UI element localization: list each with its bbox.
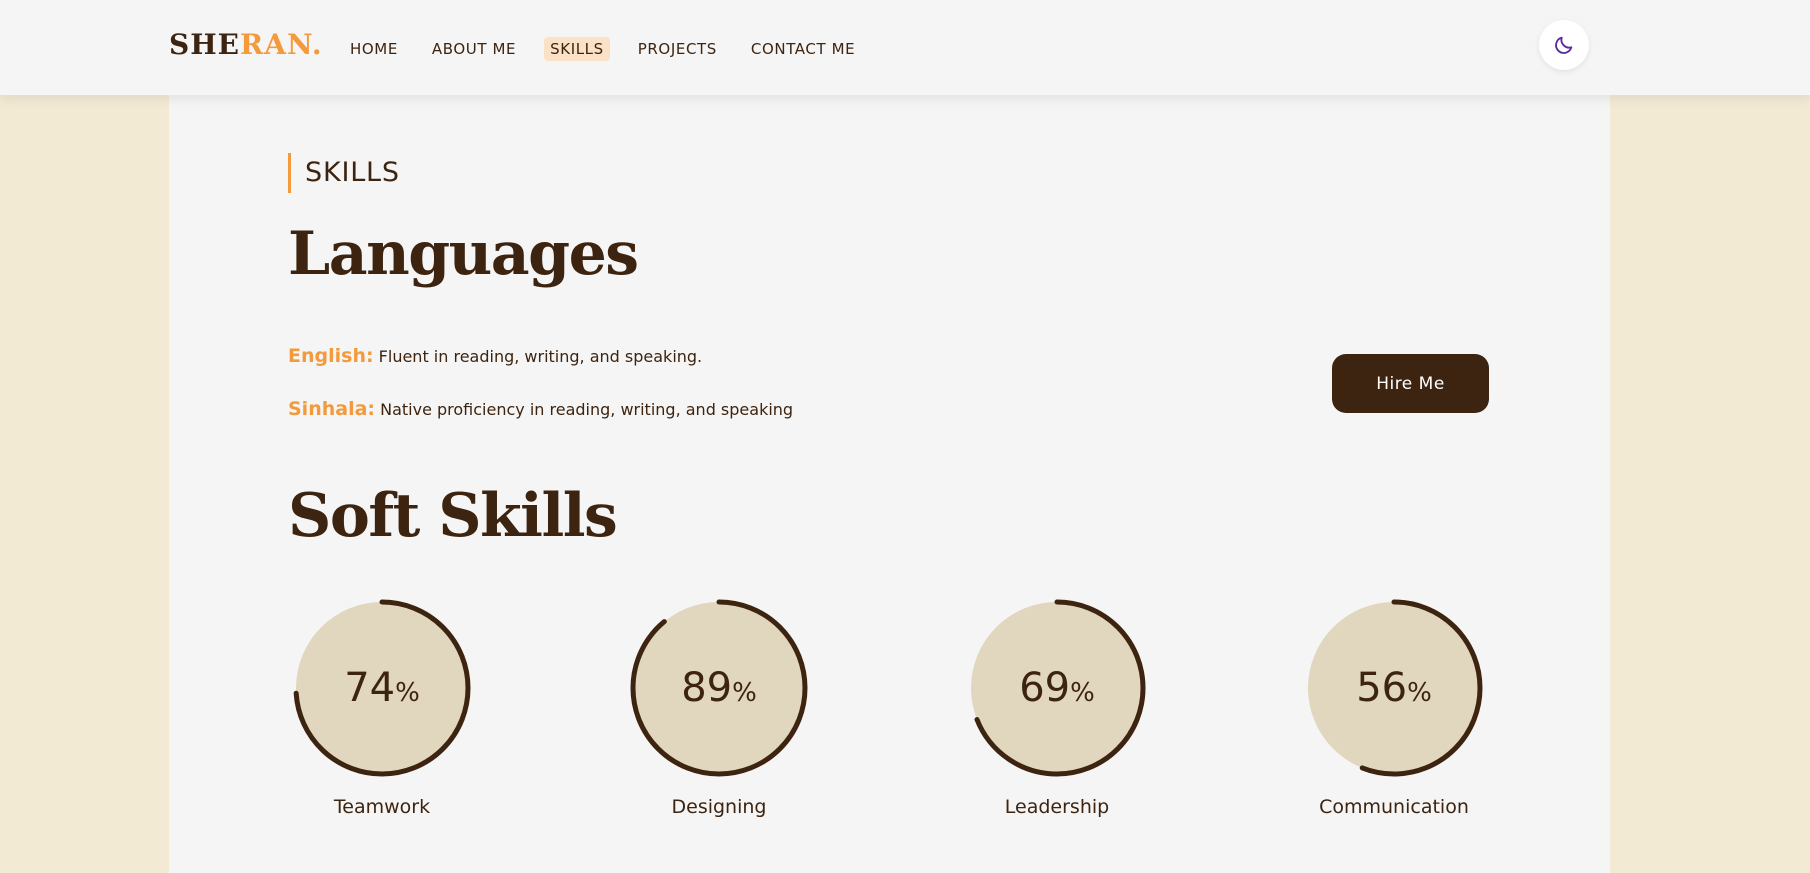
moon-icon: [1555, 36, 1573, 54]
skill-card-teamwork: 74% Teamwork: [292, 598, 472, 828]
skill-percent: 69%: [967, 662, 1147, 719]
skill-label: Communication: [1319, 796, 1469, 818]
language-name: Sinhala:: [288, 398, 376, 420]
nav-contact-me[interactable]: CONTACT ME: [745, 37, 861, 61]
skill-percent: 89%: [629, 662, 809, 719]
nav-home[interactable]: HOME: [344, 37, 404, 61]
skill-card-communication: 56% Communication: [1304, 598, 1484, 828]
skill-label: Teamwork: [333, 796, 431, 818]
percent-symbol: %: [395, 678, 420, 708]
nav-projects[interactable]: PROJECTS: [632, 37, 723, 61]
site-logo[interactable]: SHERAN.: [169, 27, 323, 63]
nav-skills[interactable]: SKILLS: [544, 37, 610, 61]
percent-symbol: %: [1407, 678, 1432, 708]
language-desc: Native proficiency in reading, writing, …: [380, 400, 794, 419]
language-item-english: English: Fluent in reading, writing, and…: [288, 344, 702, 369]
logo-part-dark: SHE: [169, 28, 241, 61]
skill-percent-value: 69: [1019, 665, 1071, 711]
skill-card-designing: 89% Designing: [629, 598, 809, 828]
languages-title: Languages: [288, 219, 639, 289]
main-nav: HOME ABOUT ME SKILLS PROJECTS CONTACT ME: [344, 37, 883, 61]
skill-percent-value: 56: [1356, 665, 1408, 711]
skill-card-leadership: 69% Leadership: [967, 598, 1147, 828]
nav-about-me[interactable]: ABOUT ME: [426, 37, 522, 61]
soft-skills-title: Soft Skills: [288, 481, 618, 551]
percent-symbol: %: [732, 678, 757, 708]
logo-part-orange: RAN.: [240, 28, 323, 61]
skill-percent-value: 89: [681, 665, 733, 711]
theme-toggle-button[interactable]: [1539, 20, 1589, 70]
language-name: English:: [288, 345, 374, 367]
hire-me-button[interactable]: Hire Me: [1332, 354, 1489, 413]
skill-label: Designing: [671, 796, 767, 818]
language-item-sinhala: Sinhala: Native proficiency in reading, …: [288, 397, 793, 422]
language-desc: Fluent in reading, writing, and speaking…: [378, 347, 703, 366]
skill-label: Leadership: [1004, 796, 1110, 818]
percent-symbol: %: [1070, 678, 1095, 708]
skill-percent: 56%: [1304, 662, 1484, 719]
skill-percent: 74%: [292, 662, 472, 719]
navbar: SHERAN. HOME ABOUT ME SKILLS PROJECTS CO…: [0, 0, 1810, 95]
section-tag: SKILLS: [288, 153, 400, 193]
skill-percent-value: 74: [344, 665, 396, 711]
